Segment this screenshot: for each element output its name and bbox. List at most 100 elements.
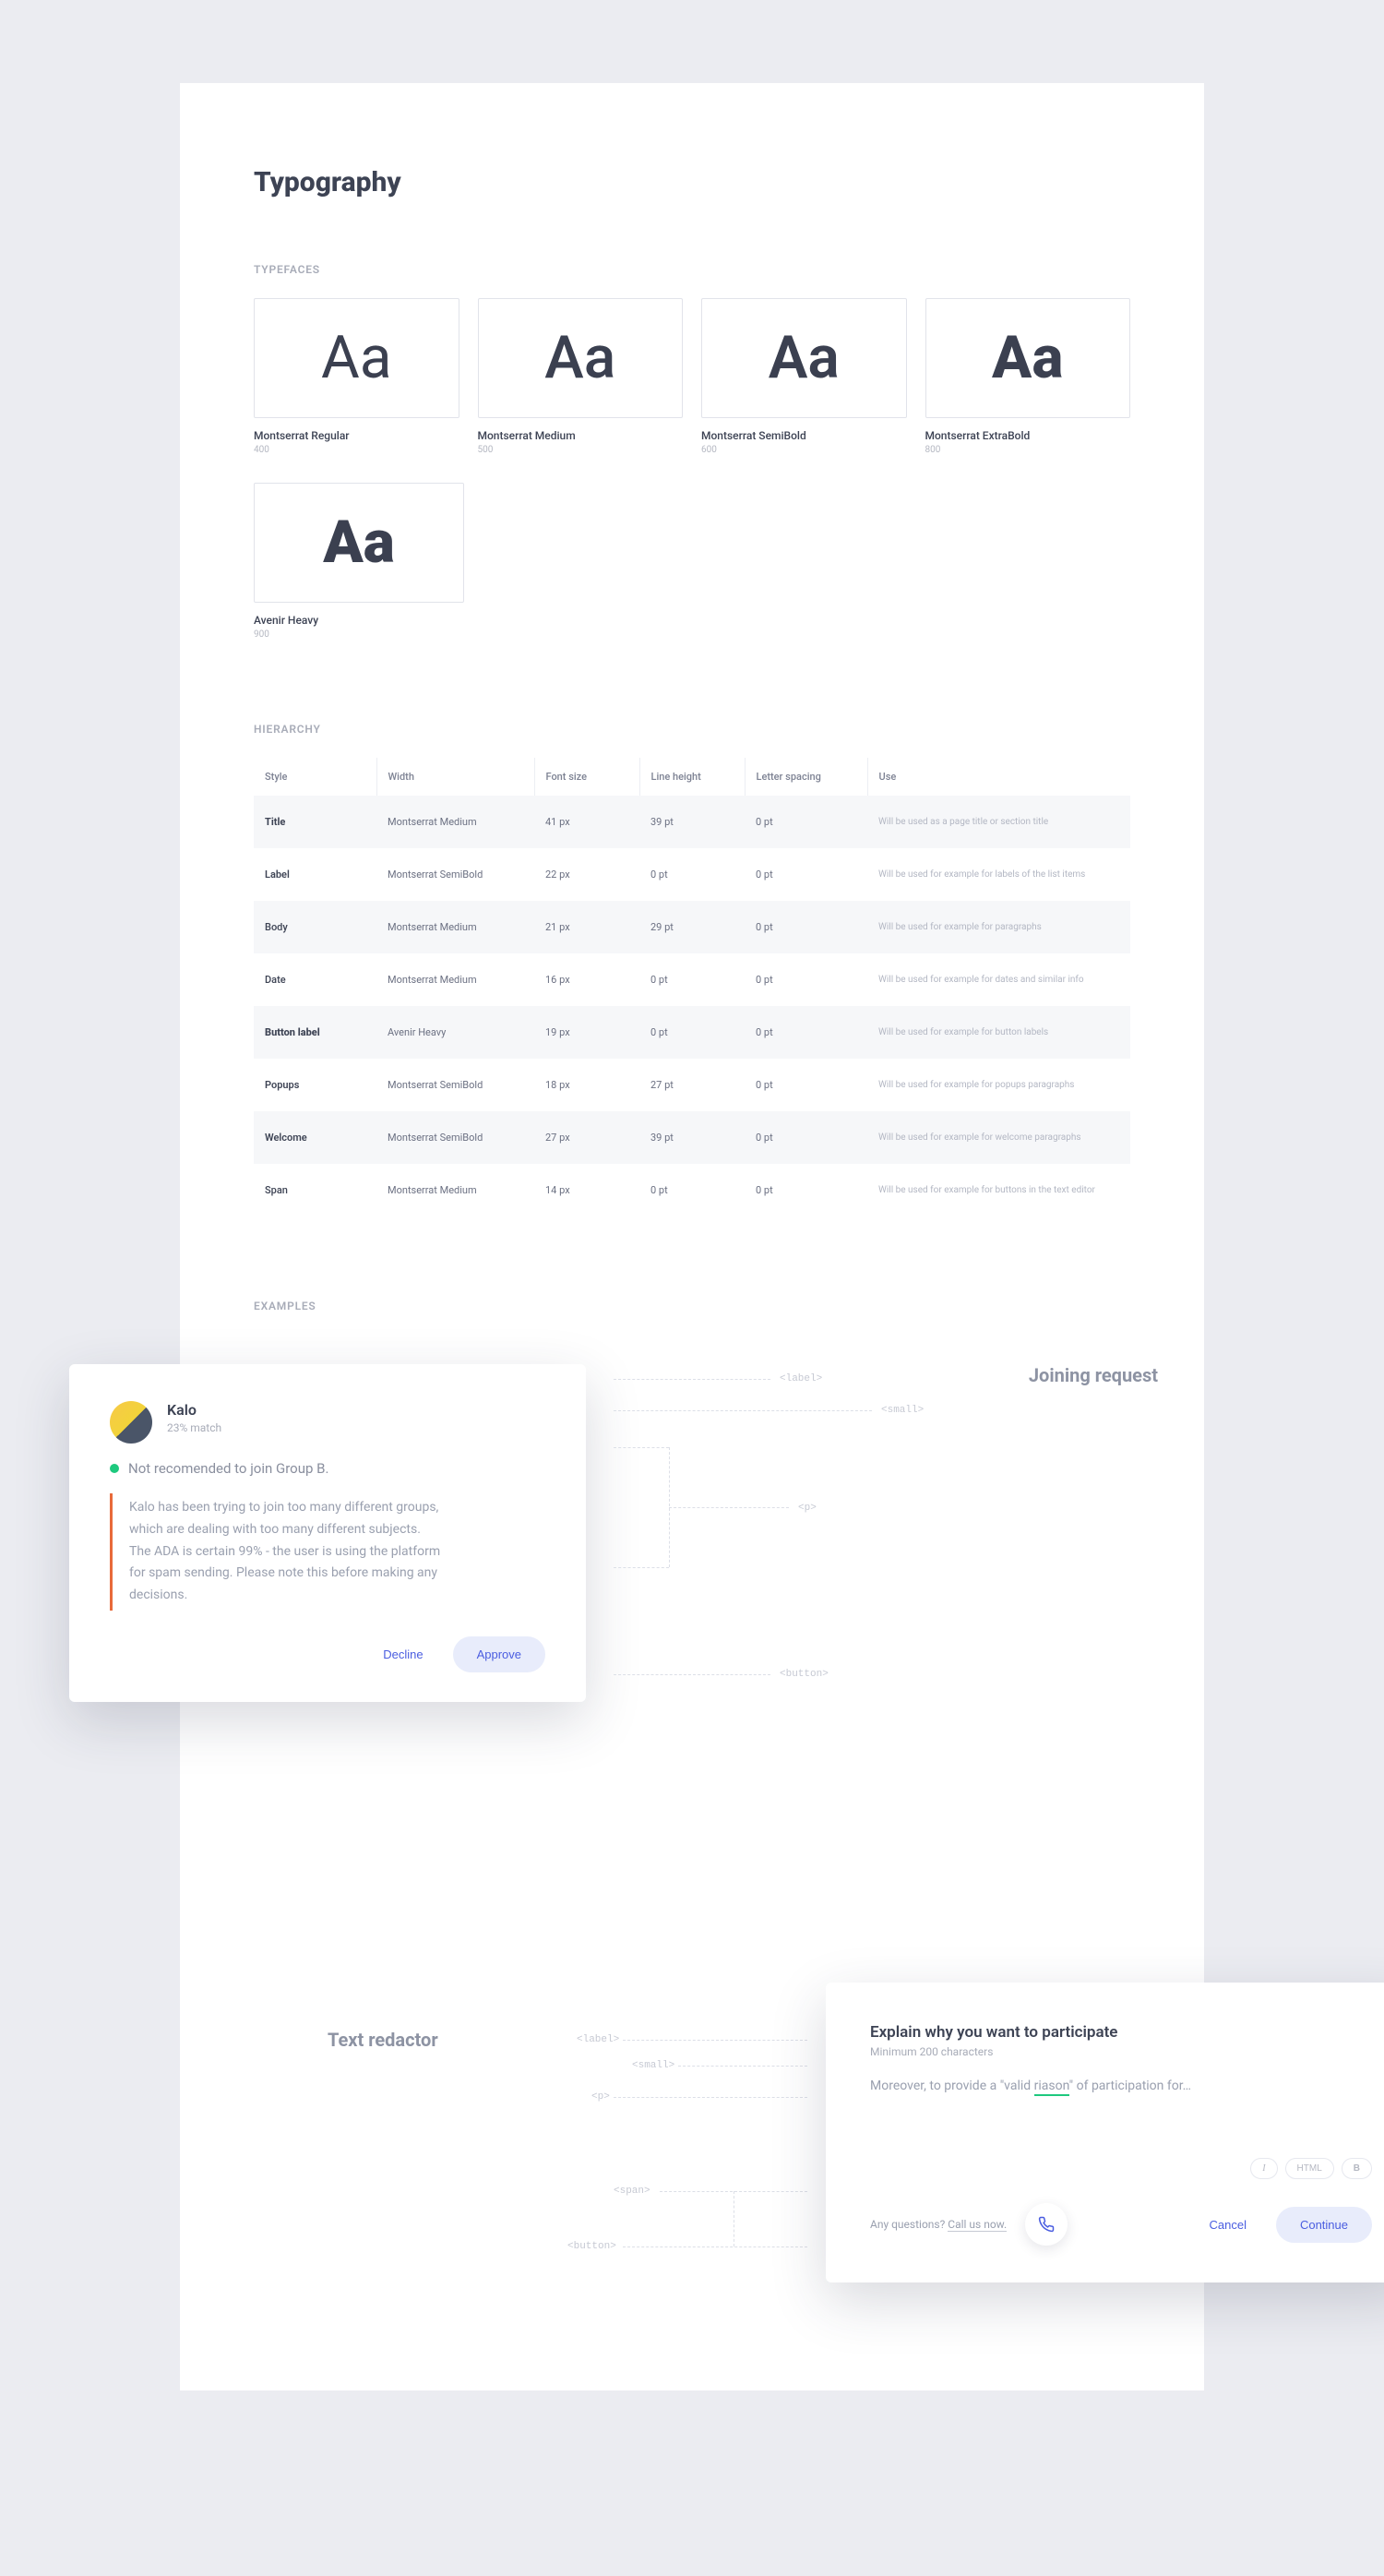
col-width: Width — [376, 758, 534, 796]
cell-lineheight: 0 pt — [639, 1164, 745, 1216]
cell-lineheight: 39 pt — [639, 796, 745, 848]
table-row: WelcomeMontserrat SemiBold27 px39 pt0 pt… — [254, 1111, 1130, 1164]
continue-button[interactable]: Continue — [1276, 2207, 1372, 2243]
popup-match: 23% match — [167, 1421, 221, 1434]
cell-letterspacing: 0 pt — [745, 953, 867, 1006]
col-fontsize: Font size — [534, 758, 639, 796]
col-style: Style — [254, 758, 376, 796]
typeface-weight: 400 — [254, 445, 459, 455]
cell-style: Label — [254, 848, 376, 901]
col-use: Use — [867, 758, 1130, 796]
help-link[interactable]: Call us now. — [948, 2218, 1007, 2232]
cell-use: Will be used for example for welcome par… — [867, 1111, 1130, 1164]
cell-use: Will be used for example for dates and s… — [867, 953, 1130, 1006]
typeface-card: Aa Montserrat SemiBold 600 — [701, 298, 907, 455]
page-title: Typography — [254, 166, 1130, 198]
typeface-name: Avenir Heavy — [254, 614, 464, 627]
cell-style: Date — [254, 953, 376, 1006]
cell-letterspacing: 0 pt — [745, 901, 867, 953]
cell-use: Will be used for example for popups para… — [867, 1059, 1130, 1111]
cell-lineheight: 27 pt — [639, 1059, 745, 1111]
call-button[interactable] — [1025, 2203, 1068, 2246]
cell-style: Button label — [254, 1006, 376, 1059]
cell-width: Montserrat SemiBold — [376, 1111, 534, 1164]
cell-fontsize: 19 px — [534, 1006, 639, 1059]
table-row: SpanMontserrat Medium14 px0 pt0 ptWill b… — [254, 1164, 1130, 1216]
cell-letterspacing: 0 pt — [745, 1059, 867, 1111]
annotation-title: Joining request — [641, 1364, 1158, 1386]
cell-fontsize: 41 px — [534, 796, 639, 848]
cell-style: Popups — [254, 1059, 376, 1111]
cell-style: Title — [254, 796, 376, 848]
table-header-row: Style Width Font size Line height Letter… — [254, 758, 1130, 796]
redactor-text-post: " of participation for… — [1069, 2079, 1191, 2093]
cell-style: Welcome — [254, 1111, 376, 1164]
hierarchy-table: Style Width Font size Line height Letter… — [254, 758, 1130, 1216]
help-text-pre: Any questions? — [870, 2218, 948, 2231]
cell-width: Avenir Heavy — [376, 1006, 534, 1059]
hierarchy-section: HIERARCHY Style Width Font size Line hei… — [254, 723, 1130, 1216]
typefaces-grid: Aa Montserrat Regular 400 Aa Montserrat … — [254, 298, 1130, 455]
table-row: Button labelAvenir Heavy19 px0 pt0 ptWil… — [254, 1006, 1130, 1059]
typeface-glyph: Aa — [992, 329, 1063, 388]
table-row: PopupsMontserrat SemiBold18 px27 pt0 ptW… — [254, 1059, 1130, 1111]
decline-button[interactable]: Decline — [370, 1638, 435, 1671]
cell-fontsize: 21 px — [534, 901, 639, 953]
typeface-weight: 800 — [925, 445, 1131, 455]
cell-lineheight: 0 pt — [639, 848, 745, 901]
redactor-text[interactable]: Moreover, to provide a "valid riason" of… — [870, 2079, 1372, 2093]
redactor-text-pre: Moreover, to provide a "valid — [870, 2079, 1034, 2093]
cell-letterspacing: 0 pt — [745, 848, 867, 901]
cell-style: Body — [254, 901, 376, 953]
cell-style: Span — [254, 1164, 376, 1216]
table-row: LabelMontserrat SemiBold22 px0 pt0 ptWil… — [254, 848, 1130, 901]
redactor-heading: Explain why you want to participate — [870, 2023, 1372, 2042]
typeface-weight: 600 — [701, 445, 907, 455]
redactor-text-underlined: riason — [1034, 2079, 1069, 2096]
section-label-typefaces: TYPEFACES — [254, 263, 1130, 276]
typeface-card: Aa Montserrat Regular 400 — [254, 298, 459, 455]
table-row: TitleMontserrat Medium41 px39 pt0 ptWill… — [254, 796, 1130, 848]
status-dot-icon — [110, 1464, 119, 1473]
typeface-glyph: Aa — [321, 329, 392, 388]
cell-use: Will be used for example for button labe… — [867, 1006, 1130, 1059]
annotation-text-redactor: Text redactor <label> <small> <p> <span>… — [328, 2029, 807, 2051]
annot-tag-small: <small> — [632, 2060, 674, 2071]
typeface-name: Montserrat SemiBold — [701, 429, 907, 442]
typeface-name: Montserrat Medium — [478, 429, 684, 442]
typeface-weight: 500 — [478, 445, 684, 455]
joining-request-popup: Kalo 23% match Not recomended to join Gr… — [69, 1364, 586, 1702]
cancel-button[interactable]: Cancel — [1196, 2209, 1259, 2241]
table-row: BodyMontserrat Medium21 px29 pt0 ptWill … — [254, 901, 1130, 953]
typeface-card: Aa Montserrat Medium 500 — [478, 298, 684, 455]
cell-letterspacing: 0 pt — [745, 796, 867, 848]
cell-width: Montserrat SemiBold — [376, 1059, 534, 1111]
cell-lineheight: 0 pt — [639, 1006, 745, 1059]
typeface-glyph: Aa — [769, 329, 840, 388]
popup-name: Kalo — [167, 1401, 221, 1419]
cell-lineheight: 39 pt — [639, 1111, 745, 1164]
annot-tag-p: <p> — [591, 2091, 610, 2103]
section-label-hierarchy: HIERARCHY — [254, 723, 1130, 736]
cell-use: Will be used as a page title or section … — [867, 796, 1130, 848]
approve-button[interactable]: Approve — [453, 1636, 545, 1672]
cell-letterspacing: 0 pt — [745, 1164, 867, 1216]
typeface-glyph: Aa — [323, 513, 395, 572]
tool-italic-button[interactable]: I — [1250, 2158, 1277, 2179]
cell-fontsize: 18 px — [534, 1059, 639, 1111]
cell-fontsize: 27 px — [534, 1111, 639, 1164]
typeface-name: Montserrat Regular — [254, 429, 459, 442]
typeface-glyph: Aa — [544, 329, 615, 388]
cell-use: Will be used for example for labels of t… — [867, 848, 1130, 901]
phone-icon — [1038, 2216, 1055, 2233]
tool-html-button[interactable]: HTML — [1285, 2158, 1334, 2179]
annot-tag-button: <button> — [780, 1669, 829, 1680]
annotation-joining-request: Joining request <label> <small> <p> <but… — [641, 1364, 1158, 1386]
annot-tag-small: <small> — [881, 1405, 924, 1416]
cell-fontsize: 16 px — [534, 953, 639, 1006]
cell-use: Will be used for example for buttons in … — [867, 1164, 1130, 1216]
col-letterspacing: Letter spacing — [745, 758, 867, 796]
cell-fontsize: 22 px — [534, 848, 639, 901]
tool-bold-button[interactable]: B — [1342, 2158, 1372, 2179]
cell-width: Montserrat Medium — [376, 796, 534, 848]
